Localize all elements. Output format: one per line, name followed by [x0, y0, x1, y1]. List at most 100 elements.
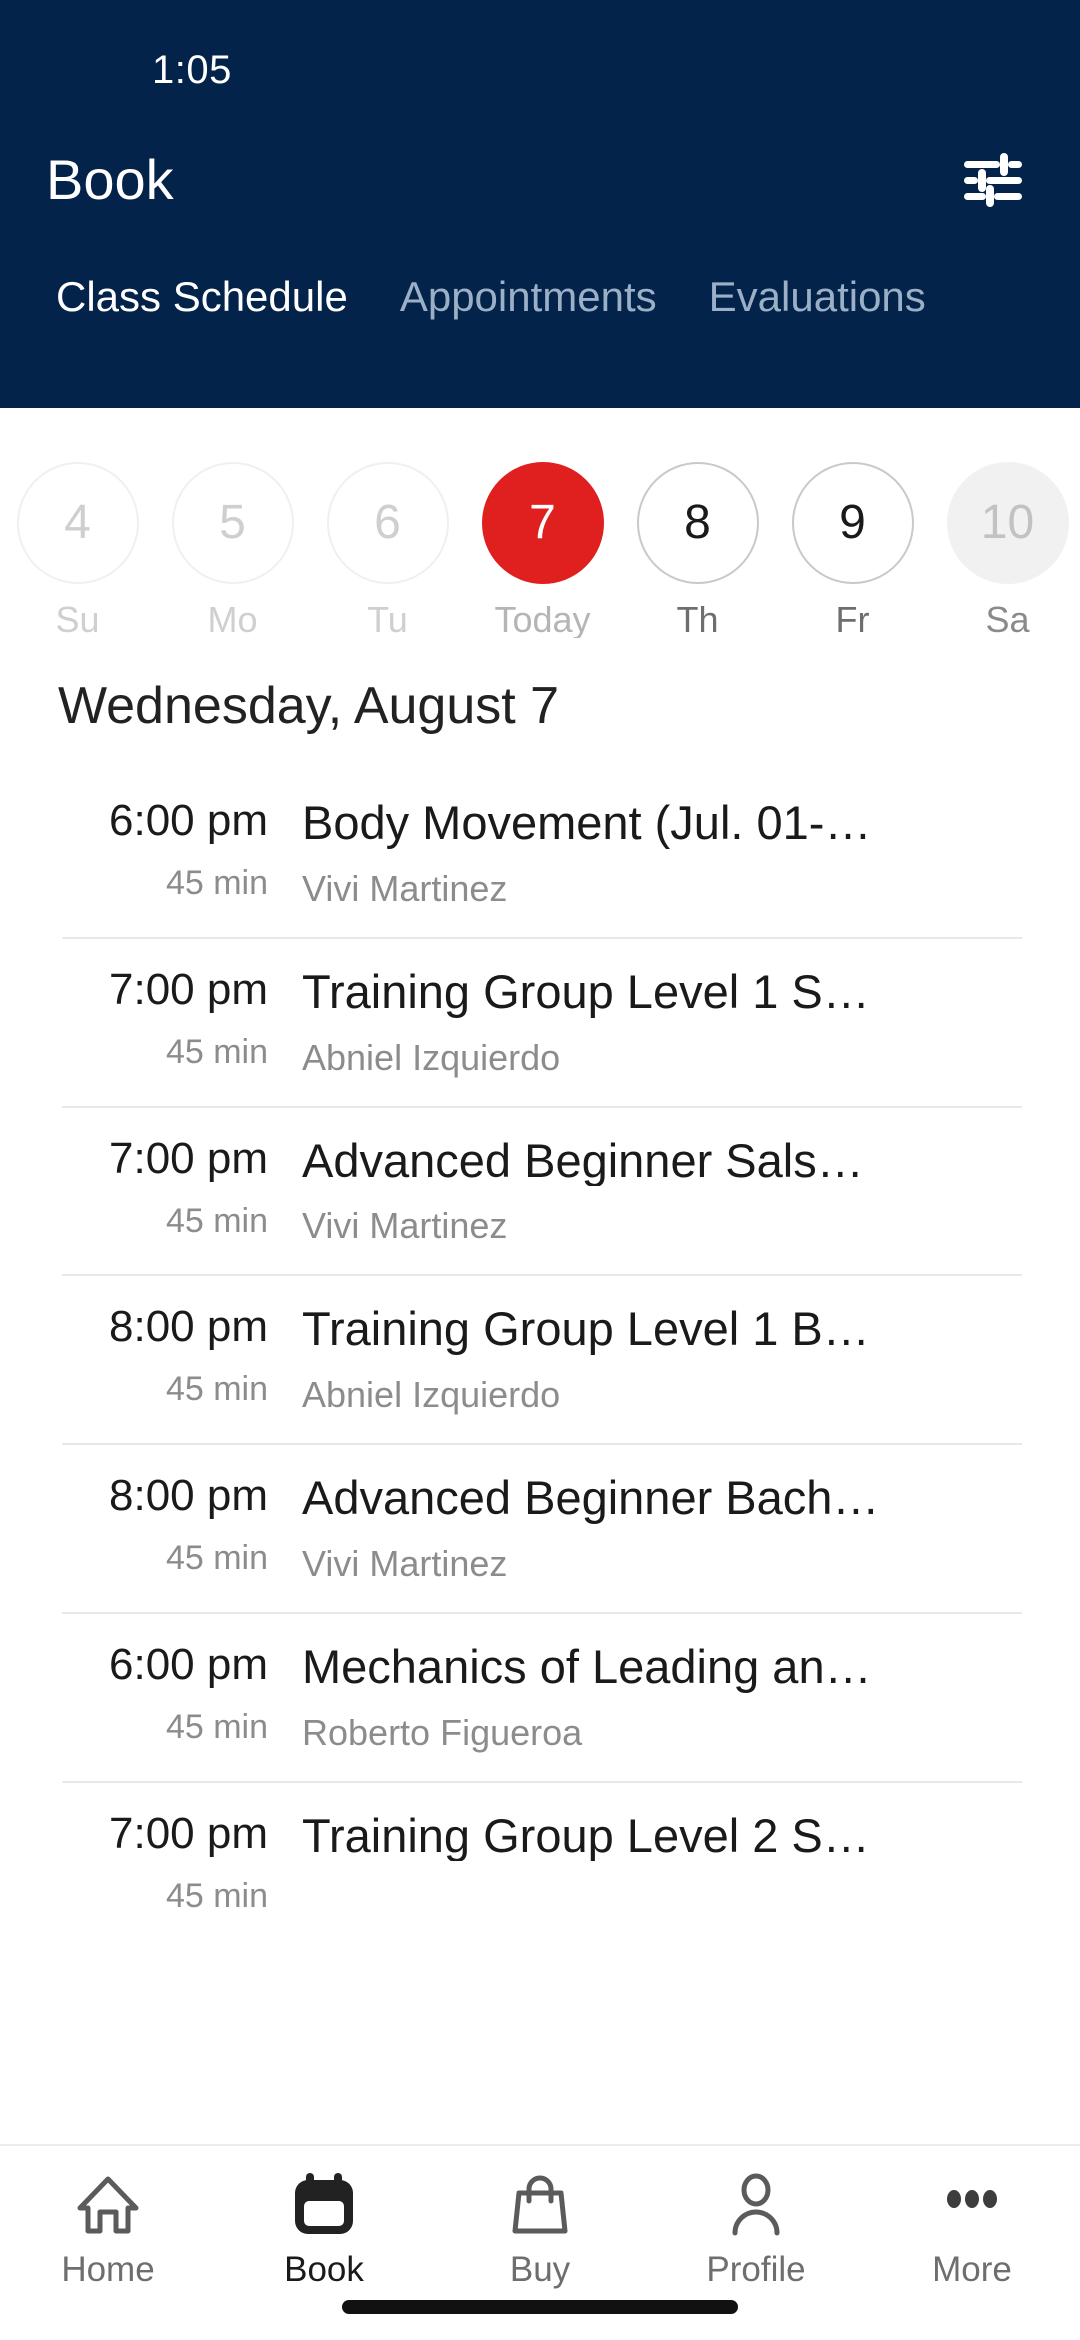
class-name: Advanced Beginner Sals…	[302, 1135, 864, 1187]
home-indicator	[342, 2300, 738, 2314]
table-row[interactable]: 6:00 pm 45 min Mechanics of Leading an… …	[0, 1611, 1080, 1781]
class-info-column: Training Group Level 1 B… Abniel Izquier…	[294, 1304, 1022, 1413]
class-instructor: Vivi Martinez	[302, 1205, 508, 1247]
table-row[interactable]: 7:00 pm 45 min Training Group Level 2 S…	[0, 1780, 1080, 1943]
status-bar: 1:05	[0, 0, 1080, 120]
date-cell-6[interactable]: 6 Tu	[310, 462, 465, 638]
class-name: Mechanics of Leading an…	[302, 1641, 872, 1693]
date-weekday-label: Fr	[835, 599, 870, 638]
bag-icon	[509, 2168, 571, 2242]
person-icon	[725, 2168, 787, 2242]
app-header: 1:05 Book Class Schedule Appointments Ev…	[0, 0, 1080, 408]
table-row[interactable]: 7:00 pm 45 min Training Group Level 1 S……	[0, 936, 1080, 1106]
class-duration: 45 min	[165, 1539, 268, 1578]
class-time-column: 6:00 pm 45 min	[62, 1639, 294, 1751]
class-list[interactable]: 6:00 pm 45 min Body Movement (Jul. 01-… …	[0, 768, 1080, 2144]
date-number: 5	[171, 462, 294, 584]
class-start-time: 8:00 pm	[109, 1471, 268, 1520]
tab-evaluations[interactable]: Evaluations	[683, 240, 952, 318]
class-info-column: Training Group Level 1 S… Abniel Izquier…	[294, 967, 1022, 1076]
class-time-column: 7:00 pm 45 min	[62, 1808, 294, 1915]
nav-label: More	[932, 2250, 1012, 2289]
filter-button[interactable]	[954, 141, 1032, 219]
class-name: Advanced Beginner Bach…	[302, 1473, 880, 1524]
class-start-time: 7:00 pm	[109, 1133, 268, 1183]
nav-label: Book	[284, 2250, 364, 2289]
date-cell-8[interactable]: 8 Th	[620, 462, 775, 638]
ellipsis-icon	[941, 2168, 1003, 2242]
class-info-column: Body Movement (Jul. 01-… Vivi Martinez	[294, 798, 1022, 907]
class-start-time: 8:00 pm	[109, 1302, 268, 1352]
tab-appointments[interactable]: Appointments	[374, 240, 683, 318]
class-instructor: Abniel Izquierdo	[302, 1036, 561, 1078]
title-bar: Book	[0, 120, 1080, 240]
nav-item-home[interactable]: Home	[0, 2168, 216, 2287]
class-info-column: Advanced Beginner Bach… Vivi Martinez	[294, 1473, 1022, 1582]
class-duration: 45 min	[165, 1876, 268, 1915]
class-name: Training Group Level 2 S…	[302, 1810, 870, 1862]
date-selector-strip[interactable]: 4 Su 5 Mo 6 Tu 7 Today 8 Th 9 Fr 10 Sa	[0, 408, 1080, 638]
date-cell-9[interactable]: 9 Fr	[775, 462, 930, 638]
nav-item-profile[interactable]: Profile	[648, 2168, 864, 2287]
date-number: 6	[326, 462, 449, 584]
class-duration: 45 min	[165, 1707, 268, 1746]
table-row[interactable]: 6:00 pm 45 min Body Movement (Jul. 01-… …	[0, 768, 1080, 937]
date-cell-10[interactable]: 10 Sa	[930, 462, 1080, 638]
calendar-icon	[293, 2168, 355, 2242]
nav-item-more[interactable]: More	[864, 2168, 1080, 2287]
date-weekday-label: Th	[676, 599, 719, 638]
date-weekday-label: Tu	[367, 599, 408, 638]
class-duration: 45 min	[165, 1032, 268, 1071]
class-instructor: Roberto Figueroa	[302, 1711, 583, 1753]
status-bar-clock: 1:05	[152, 48, 232, 92]
table-row[interactable]: 8:00 pm 45 min Training Group Level 1 B……	[0, 1274, 1080, 1443]
date-cell-4[interactable]: 4 Su	[0, 462, 155, 638]
class-start-time: 7:00 pm	[109, 1808, 268, 1858]
date-weekday-label: Today	[494, 599, 591, 638]
class-time-column: 8:00 pm 45 min	[62, 1304, 294, 1413]
class-name: Body Movement (Jul. 01-…	[302, 798, 872, 849]
date-number: 10	[946, 462, 1069, 584]
class-duration: 45 min	[165, 864, 268, 903]
class-duration: 45 min	[165, 1370, 268, 1409]
app-screen: 1:05 Book Class Schedule Appointments Ev…	[0, 0, 1080, 2340]
class-start-time: 7:00 pm	[109, 964, 268, 1014]
class-info-column: Training Group Level 2 S…	[294, 1811, 1022, 1913]
table-row[interactable]: 7:00 pm 45 min Advanced Beginner Sals… V…	[0, 1105, 1080, 1275]
date-number: 8	[636, 462, 759, 584]
class-time-column: 8:00 pm 45 min	[62, 1471, 294, 1582]
date-weekday-label: Mo	[207, 599, 258, 638]
class-start-time: 6:00 pm	[109, 1639, 268, 1689]
class-info-column: Mechanics of Leading an… Roberto Figuero…	[294, 1642, 1022, 1751]
class-info-column: Advanced Beginner Sals… Vivi Martinez	[294, 1136, 1022, 1245]
selected-date-heading: Wednesday, August 7	[58, 677, 560, 735]
class-name: Training Group Level 1 B…	[302, 1304, 870, 1355]
table-row[interactable]: 8:00 pm 45 min Advanced Beginner Bach… V…	[0, 1443, 1080, 1612]
class-instructor: Vivi Martinez	[302, 1542, 508, 1584]
class-instructor: Vivi Martinez	[302, 867, 508, 909]
class-name: Training Group Level 1 S…	[302, 966, 870, 1018]
date-number: 9	[791, 462, 914, 584]
class-time-column: 7:00 pm 45 min	[62, 964, 294, 1076]
class-instructor: Abniel Izquierdo	[302, 1374, 561, 1415]
nav-item-book[interactable]: Book	[216, 2168, 432, 2287]
class-time-column: 6:00 pm 45 min	[62, 796, 294, 907]
class-time-column: 7:00 pm 45 min	[62, 1133, 294, 1245]
date-number: 7	[481, 462, 604, 584]
date-number: 4	[16, 462, 139, 584]
page-title: Book	[46, 148, 174, 211]
sliders-filter-icon	[964, 153, 1022, 207]
nav-item-buy[interactable]: Buy	[432, 2168, 648, 2287]
home-icon	[76, 2168, 140, 2242]
date-cell-5[interactable]: 5 Mo	[155, 462, 310, 638]
tab-class-schedule[interactable]: Class Schedule	[30, 240, 374, 318]
date-weekday-label: Sa	[985, 599, 1030, 638]
nav-label: Buy	[509, 2250, 571, 2289]
nav-label: Profile	[706, 2250, 806, 2289]
class-duration: 45 min	[165, 1201, 268, 1240]
date-cell-7-today[interactable]: 7 Today	[465, 462, 620, 638]
date-weekday-label: Su	[55, 599, 100, 638]
nav-label: Home	[61, 2250, 155, 2289]
class-start-time: 6:00 pm	[109, 796, 268, 845]
tab-bar: Class Schedule Appointments Evaluations	[0, 240, 1080, 408]
